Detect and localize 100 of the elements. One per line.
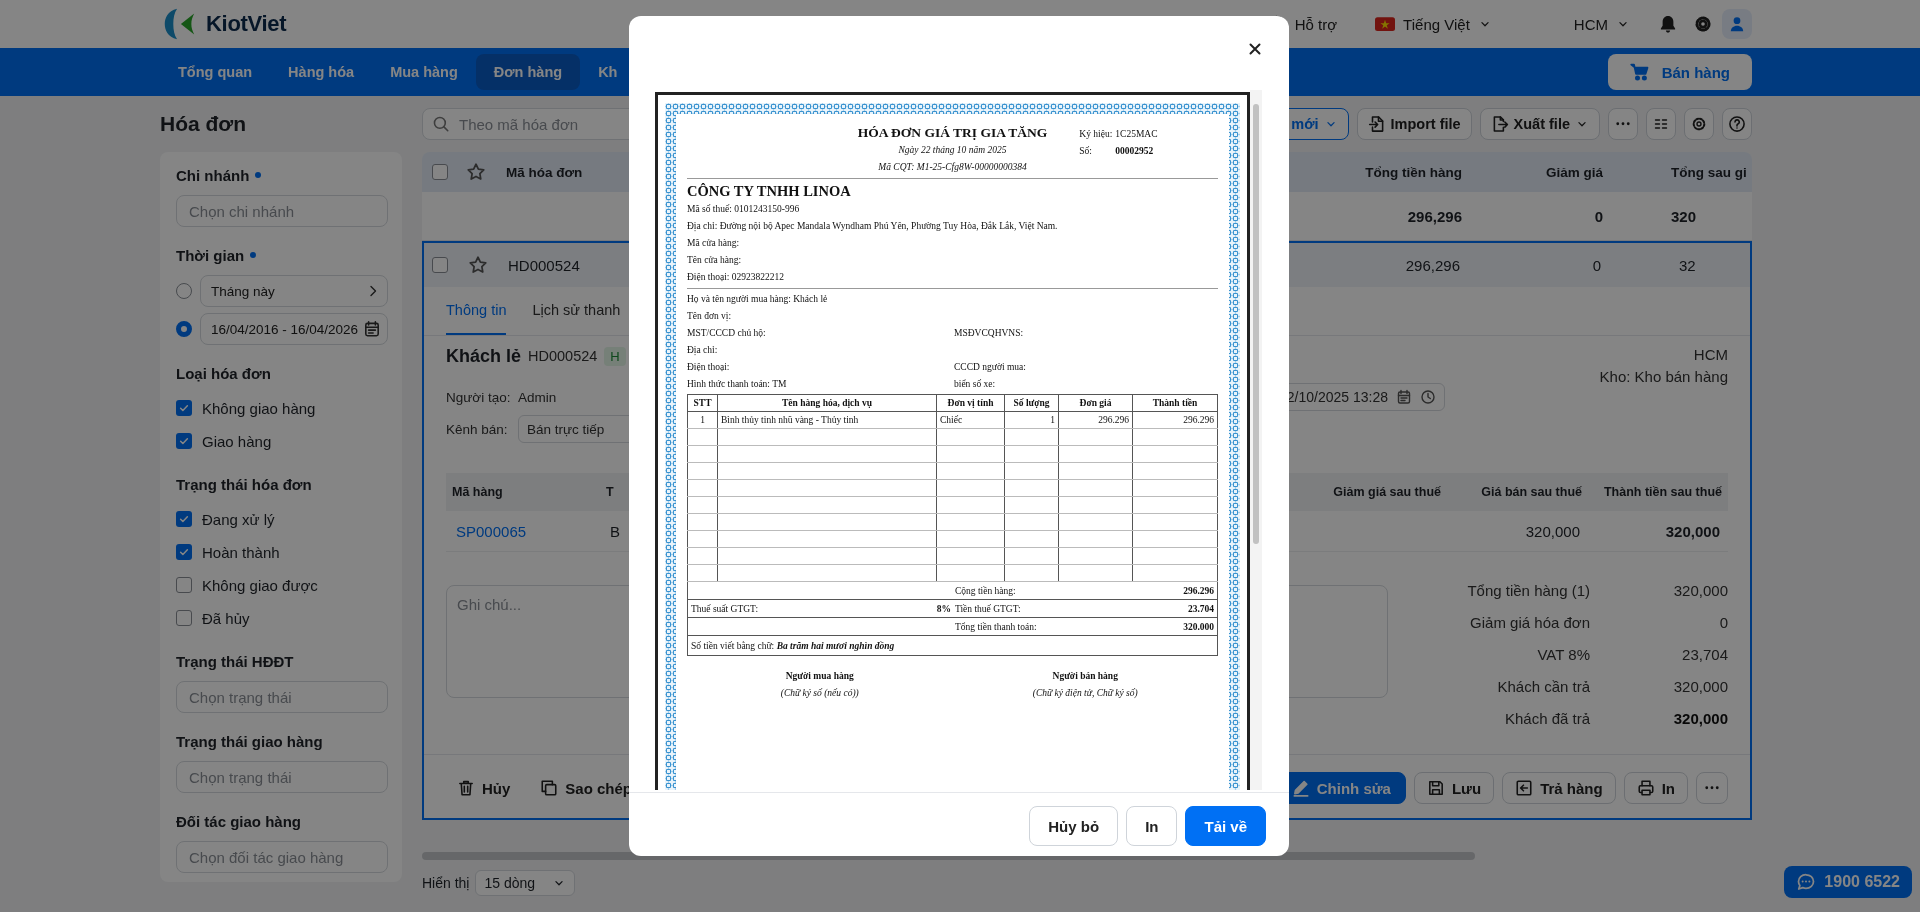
checkbox-label: Đã hủy (202, 609, 250, 627)
buyer-info: Điện thoại: (687, 361, 731, 374)
column-header: Giảm giá (1544, 164, 1604, 180)
page-size-select[interactable]: 15 dòng (475, 870, 576, 896)
detail-tab[interactable]: Lịch sử thanh (532, 287, 621, 335)
total-label: Giảm giá hóa đơn (1469, 613, 1590, 631)
help-button[interactable] (1722, 108, 1752, 140)
settings-icon[interactable] (1694, 15, 1712, 33)
more-button[interactable] (1608, 108, 1638, 140)
invoice-value: 00002952 (1115, 145, 1155, 158)
sell-button[interactable]: Bán hàng (1607, 54, 1752, 90)
download-button[interactable]: Tải về (1185, 806, 1266, 846)
select-field[interactable]: Chọn trạng thái (176, 681, 388, 713)
checkbox[interactable] (176, 511, 192, 527)
select-field[interactable]: Chọn đối tác giao hàng (176, 841, 388, 873)
nav-tab[interactable]: Tổng quan (160, 54, 271, 90)
import-button[interactable]: Import file (1356, 108, 1472, 140)
search-icon (432, 115, 450, 133)
more-icon (1705, 786, 1719, 790)
nav-tab[interactable]: Mua hàng (372, 54, 476, 90)
scrollbar[interactable] (1250, 90, 1262, 790)
hotline-button[interactable]: 1900 6522 (1784, 866, 1912, 898)
total-value: 23,704 (1681, 645, 1728, 663)
settings-icon (1691, 116, 1707, 132)
action-button[interactable]: Lưu (1413, 772, 1495, 804)
column-header: Mã hàng (446, 473, 600, 511)
checkbox[interactable] (432, 164, 448, 180)
nav-tab[interactable]: Đơn hàng (475, 54, 581, 90)
checkbox[interactable] (176, 400, 192, 416)
invoice-label: Ký hiệu: (1079, 128, 1114, 141)
table-cell-text: 320 (1670, 207, 1698, 225)
column-header: Giảm giá sau thuế (1287, 473, 1447, 511)
action-button[interactable]: Hủy (446, 772, 522, 804)
nav-tab[interactable]: Hàng hóa (270, 54, 373, 90)
buyer-info: MSĐVCQHVNS: (954, 327, 1025, 340)
columns-button[interactable] (1646, 108, 1676, 140)
file-import-icon (1367, 115, 1386, 133)
checkbox[interactable] (176, 577, 192, 593)
table-cell: B (610, 522, 620, 540)
seller-info: Mã cửa hàng: (687, 237, 741, 250)
check-icon (178, 546, 190, 558)
radio-button[interactable] (176, 321, 192, 337)
nav-tab[interactable]: Kh (580, 54, 636, 90)
invoice-value: 1C25MAC (1115, 128, 1159, 141)
table-cell: 320,000 (1665, 522, 1720, 540)
bell-icon[interactable] (1658, 14, 1678, 34)
action-button[interactable]: Trả hàng (1502, 772, 1616, 804)
branch-select[interactable]: HCM (1569, 11, 1634, 37)
checkbox[interactable] (176, 433, 192, 449)
branch-name: HCM (1692, 345, 1728, 365)
checkbox[interactable] (176, 544, 192, 560)
table-cell: HD000524 (508, 256, 580, 274)
select-field[interactable]: Chọn trạng thái (176, 761, 388, 793)
table-cell-text: 0 (1593, 207, 1604, 225)
period-select[interactable]: Tháng này (200, 275, 388, 307)
check-icon (178, 402, 190, 414)
user-avatar[interactable] (1722, 9, 1752, 39)
checkbox-label: Hoàn thành (202, 543, 280, 561)
buyer-info: Họ và tên người mua hàng: Khách lẻ (687, 293, 829, 306)
copy-icon (540, 779, 559, 797)
seller-info: Mã số thuế: 0101243150-996 (687, 203, 801, 216)
settings-button[interactable] (1684, 108, 1714, 140)
buyer-info: CCCD người mua: (954, 361, 1027, 374)
checkbox[interactable] (432, 257, 448, 273)
filter-title: Đối tác giao hàng (176, 812, 301, 830)
more-button[interactable] (1696, 772, 1728, 804)
total-label: Khách đã trả (1503, 709, 1590, 727)
checkbox-label: Giao hàng (202, 432, 272, 450)
checkbox[interactable] (176, 610, 192, 626)
total-value: 320,000 (1672, 581, 1728, 599)
star-icon[interactable] (468, 255, 488, 275)
dialog-button[interactable]: Hủy bỏ (1029, 806, 1119, 846)
star-icon[interactable] (466, 162, 486, 182)
calendar-icon (363, 320, 381, 338)
more-icon (1616, 122, 1630, 126)
select-field[interactable]: Chọn chi nhánh (176, 195, 388, 227)
action-button[interactable]: In (1623, 772, 1688, 804)
filter-title: Loại hóa đơn (176, 364, 271, 382)
calendar-icon (1396, 389, 1412, 405)
signature-note: (Chữ ký số (nếu có)) (779, 687, 860, 700)
detail-tab[interactable]: Thông tin (446, 287, 507, 335)
product-link[interactable]: SP000065 (456, 522, 527, 540)
filter-title: Thời gian (176, 246, 245, 264)
dialog-button[interactable]: In (1126, 806, 1178, 846)
flag-icon (1375, 14, 1396, 34)
person-icon (1728, 15, 1746, 33)
language-select[interactable]: Tiếng Việt (1371, 10, 1496, 38)
buyer-info: biển số xe: (954, 378, 997, 391)
help-icon (1728, 115, 1746, 133)
buyer-info: Tên đơn vị: (687, 310, 733, 323)
buyer-info: Hình thức thanh toán: TM (687, 378, 788, 391)
field-value: Admin (518, 389, 557, 405)
invoice-date: Ngày 22 tháng 10 năm 2025 (897, 144, 1008, 157)
column-header: Tổng sau gi (1670, 164, 1748, 180)
cart-icon (1629, 62, 1650, 82)
pencil-icon (1291, 779, 1310, 797)
column-header: Mã hóa đơn (506, 164, 583, 180)
date-range-field[interactable]: 16/04/2016 - 16/04/2026 (200, 313, 388, 345)
close-icon (1247, 41, 1263, 57)
export-button[interactable]: Xuất file (1479, 108, 1600, 140)
